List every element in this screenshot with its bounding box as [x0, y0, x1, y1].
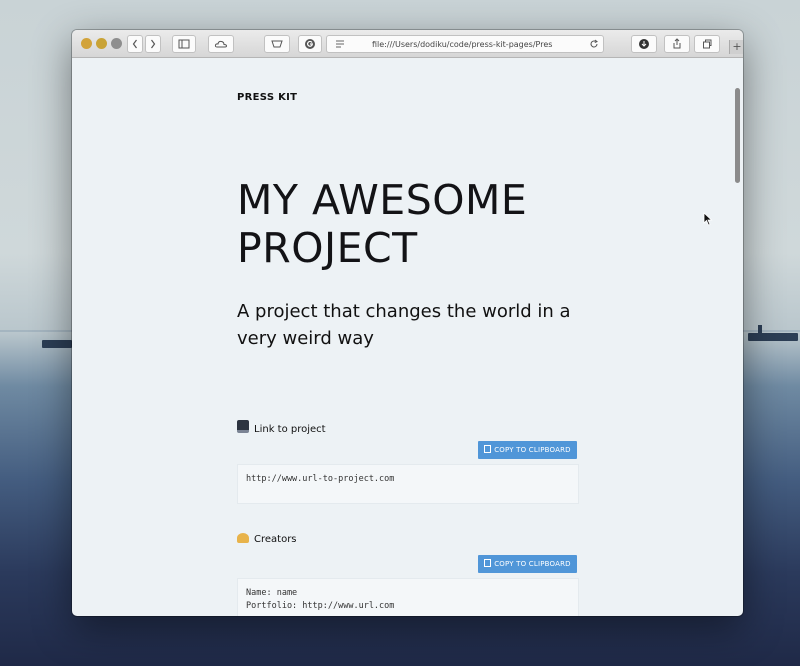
shield-icon	[271, 40, 283, 48]
text-line: Portfolio: http://www.url.com	[246, 601, 395, 611]
reader-button[interactable]	[264, 35, 290, 53]
reload-icon[interactable]	[589, 39, 599, 49]
back-button[interactable]	[127, 35, 143, 53]
scrollbar[interactable]	[735, 88, 740, 183]
text-line: http://www.url-to-project.com	[246, 474, 395, 484]
press-kit-logo: PRESS KIT	[237, 92, 298, 103]
share-icon	[673, 38, 681, 49]
construction-worker-icon	[237, 533, 249, 543]
section-label-creators: Creators	[237, 533, 297, 545]
sidebar-icon	[178, 39, 190, 49]
chevron-left-icon	[132, 39, 137, 49]
page-subtitle: A project that changes the world in a ve…	[237, 301, 571, 349]
section-label-link: Link to project	[237, 420, 326, 435]
section-title: Link to project	[254, 424, 326, 435]
copy-button-label: COPY TO CLIPBOARD	[494, 560, 571, 568]
download-icon	[639, 39, 649, 49]
page-content: PRESS KIT MY AWESOME PROJECT A project t…	[72, 58, 743, 616]
clipboard-icon	[484, 445, 492, 453]
zoom-window-button[interactable]	[111, 38, 122, 49]
text-line: Name: name	[246, 588, 298, 598]
copy-to-clipboard-button[interactable]: COPY TO CLIPBOARD	[478, 555, 577, 573]
tab-overview-button[interactable]	[694, 35, 720, 53]
minimize-window-button[interactable]	[96, 38, 107, 49]
desktop-computer-icon	[237, 420, 249, 433]
copy-button-label: COPY TO CLIPBOARD	[494, 446, 571, 454]
clipboard-icon	[484, 559, 492, 567]
page-title: MY AWESOME PROJECT	[237, 176, 528, 272]
copy-to-clipboard-button[interactable]: COPY TO CLIPBOARD	[478, 441, 577, 459]
cloud-icon	[214, 40, 228, 48]
extension-button[interactable]	[298, 35, 322, 53]
mouse-cursor-icon	[703, 212, 713, 226]
copy-text-box[interactable]: Name: name Portfolio: http://www.url.com	[237, 578, 579, 616]
ship	[42, 340, 72, 348]
downloads-button[interactable]	[631, 35, 657, 53]
browser-window: file:///Users/dodiku/code/press-kit-page…	[72, 30, 743, 616]
reader-view-icon[interactable]	[335, 39, 345, 49]
share-button[interactable]	[664, 35, 690, 53]
new-tab-button[interactable]: +	[729, 40, 743, 54]
close-window-button[interactable]	[81, 38, 92, 49]
sidebar-button[interactable]	[172, 35, 196, 53]
address-bar[interactable]: file:///Users/dodiku/code/press-kit-page…	[326, 35, 604, 53]
ship	[748, 325, 798, 341]
browser-toolbar: file:///Users/dodiku/code/press-kit-page…	[72, 30, 743, 58]
copy-text-box[interactable]: http://www.url-to-project.com	[237, 464, 579, 504]
chevron-right-icon	[151, 39, 156, 49]
section-title: Creators	[254, 534, 297, 545]
forward-button[interactable]	[145, 35, 161, 53]
url-text[interactable]: file:///Users/dodiku/code/press-kit-page…	[372, 38, 582, 51]
tabs-icon	[703, 39, 712, 49]
icloud-tabs-button[interactable]	[208, 35, 234, 53]
extension-g-icon	[305, 39, 315, 49]
